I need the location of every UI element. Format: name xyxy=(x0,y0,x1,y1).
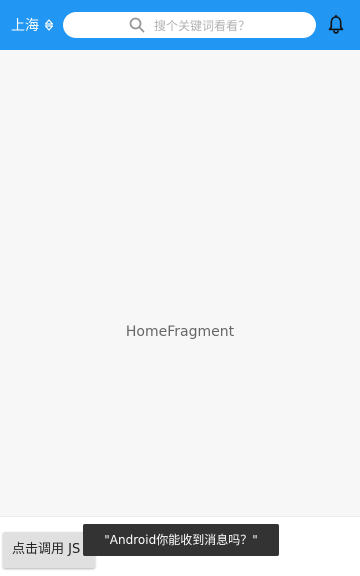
search-placeholder: 搜个关键词看看？ xyxy=(153,18,250,33)
caret-updown-icon xyxy=(43,18,55,32)
city-selector[interactable]: 上海 xyxy=(11,15,55,35)
city-label: 上海 xyxy=(11,18,39,34)
bell-icon[interactable] xyxy=(325,14,347,36)
fragment-container: HomeFragment xyxy=(0,50,360,516)
search-bar[interactable]: 搜个关键词看看？ xyxy=(63,12,316,38)
toast-message: "Android你能收到消息吗？" xyxy=(83,524,279,556)
call-js-button[interactable]: 点击调用 JS xyxy=(3,532,95,568)
fragment-label: HomeFragment xyxy=(125,324,235,340)
search-icon xyxy=(129,17,145,33)
top-app-bar: 上海 搜个关键词看看？ xyxy=(0,0,360,50)
